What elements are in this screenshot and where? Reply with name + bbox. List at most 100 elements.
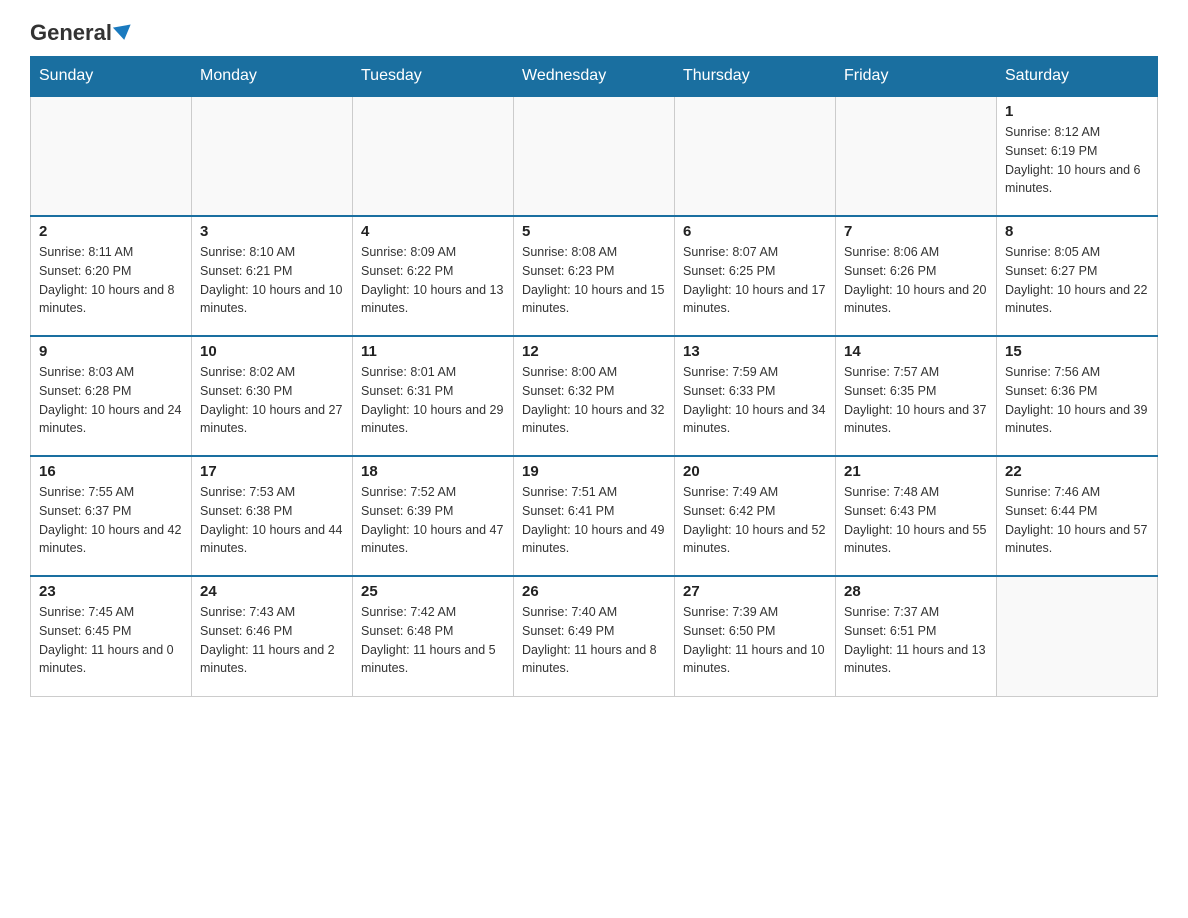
- calendar-day-cell: 15 Sunrise: 7:56 AM Sunset: 6:36 PM Dayli…: [997, 336, 1158, 456]
- day-info: Sunrise: 7:48 AM Sunset: 6:43 PM Dayligh…: [844, 483, 988, 558]
- calendar-day-cell: [192, 96, 353, 216]
- day-of-week-header: Sunday: [31, 57, 192, 97]
- calendar-day-cell: 4 Sunrise: 8:09 AM Sunset: 6:22 PM Daylig…: [353, 216, 514, 336]
- calendar-table: SundayMondayTuesdayWednesdayThursdayFrid…: [30, 56, 1158, 697]
- day-number: 23: [39, 583, 183, 600]
- day-number: 13: [683, 343, 827, 360]
- day-number: 7: [844, 223, 988, 240]
- calendar-day-cell: 21 Sunrise: 7:48 AM Sunset: 6:43 PM Dayli…: [836, 456, 997, 576]
- day-number: 10: [200, 343, 344, 360]
- day-number: 24: [200, 583, 344, 600]
- calendar-day-cell: 9 Sunrise: 8:03 AM Sunset: 6:28 PM Daylig…: [31, 336, 192, 456]
- calendar-day-cell: 10 Sunrise: 8:02 AM Sunset: 6:30 PM Dayli…: [192, 336, 353, 456]
- day-info: Sunrise: 7:42 AM Sunset: 6:48 PM Dayligh…: [361, 603, 505, 678]
- day-info: Sunrise: 7:45 AM Sunset: 6:45 PM Dayligh…: [39, 603, 183, 678]
- calendar-day-cell: 28 Sunrise: 7:37 AM Sunset: 6:51 PM Dayli…: [836, 576, 997, 696]
- calendar-day-cell: [31, 96, 192, 216]
- calendar-day-cell: 2 Sunrise: 8:11 AM Sunset: 6:20 PM Daylig…: [31, 216, 192, 336]
- day-number: 1: [1005, 103, 1149, 120]
- day-info: Sunrise: 8:08 AM Sunset: 6:23 PM Dayligh…: [522, 243, 666, 318]
- day-info: Sunrise: 8:00 AM Sunset: 6:32 PM Dayligh…: [522, 363, 666, 438]
- day-number: 8: [1005, 223, 1149, 240]
- day-info: Sunrise: 7:46 AM Sunset: 6:44 PM Dayligh…: [1005, 483, 1149, 558]
- calendar-day-cell: 5 Sunrise: 8:08 AM Sunset: 6:23 PM Daylig…: [514, 216, 675, 336]
- calendar-day-cell: 16 Sunrise: 7:55 AM Sunset: 6:37 PM Dayli…: [31, 456, 192, 576]
- day-info: Sunrise: 7:39 AM Sunset: 6:50 PM Dayligh…: [683, 603, 827, 678]
- calendar-week-row: 1Sunrise: 8:12 AM Sunset: 6:19 PM Daylig…: [31, 96, 1158, 216]
- page-header: General: [30, 20, 1158, 46]
- day-info: Sunrise: 8:09 AM Sunset: 6:22 PM Dayligh…: [361, 243, 505, 318]
- day-number: 4: [361, 223, 505, 240]
- day-of-week-header: Friday: [836, 57, 997, 97]
- calendar-day-cell: 7 Sunrise: 8:06 AM Sunset: 6:26 PM Daylig…: [836, 216, 997, 336]
- calendar-day-cell: 23 Sunrise: 7:45 AM Sunset: 6:45 PM Dayli…: [31, 576, 192, 696]
- calendar-day-cell: 14 Sunrise: 7:57 AM Sunset: 6:35 PM Dayli…: [836, 336, 997, 456]
- logo-general-text: General: [30, 20, 112, 46]
- day-number: 19: [522, 463, 666, 480]
- day-of-week-header: Wednesday: [514, 57, 675, 97]
- day-number: 20: [683, 463, 827, 480]
- calendar-day-cell: 17 Sunrise: 7:53 AM Sunset: 6:38 PM Dayli…: [192, 456, 353, 576]
- day-info: Sunrise: 7:43 AM Sunset: 6:46 PM Dayligh…: [200, 603, 344, 678]
- day-number: 18: [361, 463, 505, 480]
- day-info: Sunrise: 7:53 AM Sunset: 6:38 PM Dayligh…: [200, 483, 344, 558]
- day-number: 15: [1005, 343, 1149, 360]
- calendar-day-cell: 1Sunrise: 8:12 AM Sunset: 6:19 PM Daylig…: [997, 96, 1158, 216]
- calendar-day-cell: [675, 96, 836, 216]
- day-number: 22: [1005, 463, 1149, 480]
- day-info: Sunrise: 7:37 AM Sunset: 6:51 PM Dayligh…: [844, 603, 988, 678]
- calendar-day-cell: 8 Sunrise: 8:05 AM Sunset: 6:27 PM Daylig…: [997, 216, 1158, 336]
- day-info: Sunrise: 8:02 AM Sunset: 6:30 PM Dayligh…: [200, 363, 344, 438]
- day-info: Sunrise: 7:52 AM Sunset: 6:39 PM Dayligh…: [361, 483, 505, 558]
- day-of-week-header: Monday: [192, 57, 353, 97]
- calendar-day-cell: 20Sunrise: 7:49 AM Sunset: 6:42 PM Dayli…: [675, 456, 836, 576]
- calendar-day-cell: 22 Sunrise: 7:46 AM Sunset: 6:44 PM Dayli…: [997, 456, 1158, 576]
- day-number: 11: [361, 343, 505, 360]
- calendar-day-cell: 6 Sunrise: 8:07 AM Sunset: 6:25 PM Daylig…: [675, 216, 836, 336]
- day-info: Sunrise: 8:01 AM Sunset: 6:31 PM Dayligh…: [361, 363, 505, 438]
- calendar-day-cell: 3 Sunrise: 8:10 AM Sunset: 6:21 PM Daylig…: [192, 216, 353, 336]
- day-info: Sunrise: 8:06 AM Sunset: 6:26 PM Dayligh…: [844, 243, 988, 318]
- day-number: 16: [39, 463, 183, 480]
- day-info: Sunrise: 7:56 AM Sunset: 6:36 PM Dayligh…: [1005, 363, 1149, 438]
- logo: General: [30, 20, 134, 46]
- day-info: Sunrise: 7:55 AM Sunset: 6:37 PM Dayligh…: [39, 483, 183, 558]
- calendar-week-row: 2 Sunrise: 8:11 AM Sunset: 6:20 PM Daylig…: [31, 216, 1158, 336]
- calendar-week-row: 9 Sunrise: 8:03 AM Sunset: 6:28 PM Daylig…: [31, 336, 1158, 456]
- calendar-day-cell: 18 Sunrise: 7:52 AM Sunset: 6:39 PM Dayli…: [353, 456, 514, 576]
- day-number: 14: [844, 343, 988, 360]
- day-number: 2: [39, 223, 183, 240]
- calendar-day-cell: 13 Sunrise: 7:59 AM Sunset: 6:33 PM Dayli…: [675, 336, 836, 456]
- calendar-day-cell: [514, 96, 675, 216]
- calendar-week-row: 23 Sunrise: 7:45 AM Sunset: 6:45 PM Dayli…: [31, 576, 1158, 696]
- day-info: Sunrise: 8:11 AM Sunset: 6:20 PM Dayligh…: [39, 243, 183, 318]
- day-number: 3: [200, 223, 344, 240]
- day-number: 5: [522, 223, 666, 240]
- day-info: Sunrise: 8:05 AM Sunset: 6:27 PM Dayligh…: [1005, 243, 1149, 318]
- day-number: 28: [844, 583, 988, 600]
- day-info: Sunrise: 8:10 AM Sunset: 6:21 PM Dayligh…: [200, 243, 344, 318]
- day-number: 17: [200, 463, 344, 480]
- day-of-week-header: Saturday: [997, 57, 1158, 97]
- day-info: Sunrise: 7:51 AM Sunset: 6:41 PM Dayligh…: [522, 483, 666, 558]
- day-number: 27: [683, 583, 827, 600]
- day-number: 12: [522, 343, 666, 360]
- calendar-week-row: 16 Sunrise: 7:55 AM Sunset: 6:37 PM Dayli…: [31, 456, 1158, 576]
- day-number: 25: [361, 583, 505, 600]
- day-number: 9: [39, 343, 183, 360]
- day-info: Sunrise: 8:03 AM Sunset: 6:28 PM Dayligh…: [39, 363, 183, 438]
- day-info: Sunrise: 7:59 AM Sunset: 6:33 PM Dayligh…: [683, 363, 827, 438]
- day-info: Sunrise: 8:07 AM Sunset: 6:25 PM Dayligh…: [683, 243, 827, 318]
- calendar-day-cell: [836, 96, 997, 216]
- calendar-day-cell: 25 Sunrise: 7:42 AM Sunset: 6:48 PM Dayli…: [353, 576, 514, 696]
- day-info: Sunrise: 7:40 AM Sunset: 6:49 PM Dayligh…: [522, 603, 666, 678]
- day-number: 26: [522, 583, 666, 600]
- calendar-day-cell: 11 Sunrise: 8:01 AM Sunset: 6:31 PM Dayli…: [353, 336, 514, 456]
- calendar-day-cell: [353, 96, 514, 216]
- day-number: 21: [844, 463, 988, 480]
- day-info: Sunrise: 7:57 AM Sunset: 6:35 PM Dayligh…: [844, 363, 988, 438]
- calendar-day-cell: 12 Sunrise: 8:00 AM Sunset: 6:32 PM Dayli…: [514, 336, 675, 456]
- day-number: 6: [683, 223, 827, 240]
- calendar-day-cell: 27 Sunrise: 7:39 AM Sunset: 6:50 PM Dayli…: [675, 576, 836, 696]
- calendar-day-cell: 26 Sunrise: 7:40 AM Sunset: 6:49 PM Dayli…: [514, 576, 675, 696]
